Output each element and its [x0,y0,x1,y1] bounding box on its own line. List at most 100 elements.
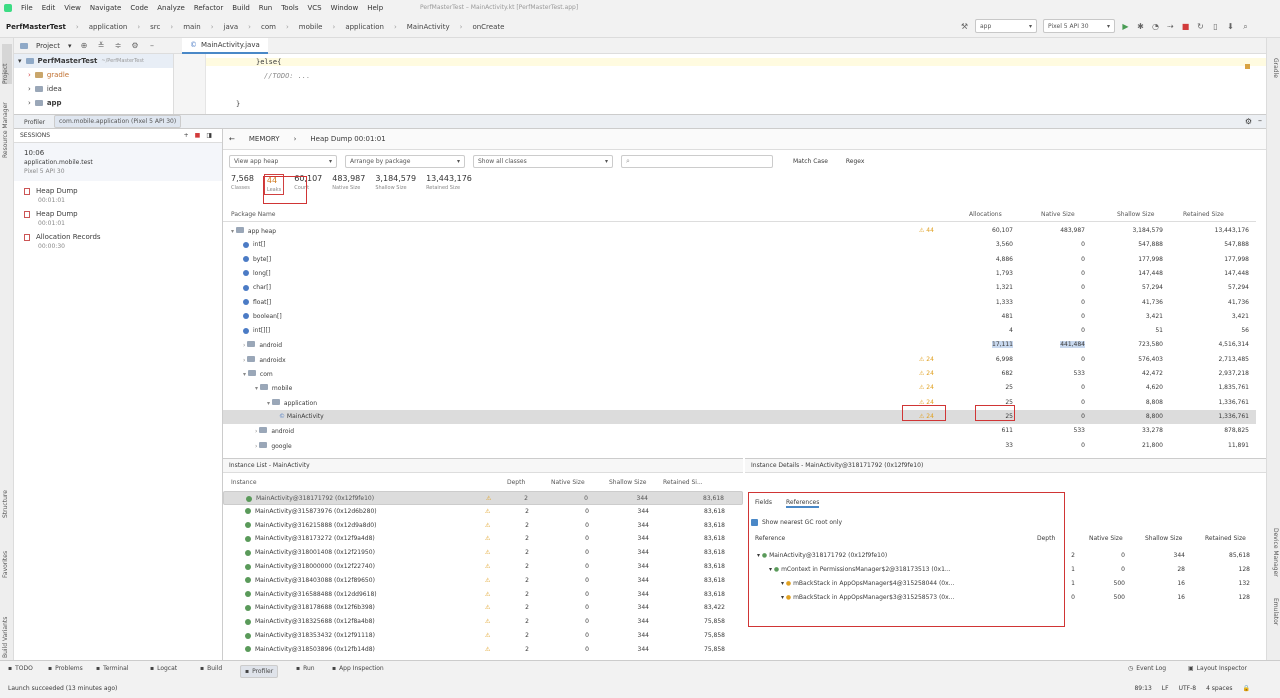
col-allocations[interactable]: Allocations [969,211,1002,218]
tab-resource-manager[interactable]: Resource Manager [2,98,12,158]
breadcrumb-item[interactable]: com [261,23,276,31]
breadcrumb-item[interactable]: src [150,23,160,31]
code-editor[interactable]: }else{ //TODO: ... } [206,54,1266,114]
col-native-size[interactable]: Native Size [1041,211,1075,218]
tool-logcat[interactable]: ▪ Logcat [150,665,177,672]
tool-terminal[interactable]: ▪ Terminal [96,665,128,672]
instance-row[interactable]: MainActivity@318325688 (0x12f8a4b8) ⚠ 2 0 34… [223,615,743,629]
breadcrumb-item[interactable]: MainActivity [407,23,450,31]
add-session-icon[interactable]: + [184,132,189,139]
tool-event-log[interactable]: ◷ Event Log [1128,665,1166,672]
table-row[interactable]: ▾ mobile ⚠ 24 25 0 4,620 1,835,761 [223,381,1256,395]
instance-row[interactable]: MainActivity@318171792 (0x12f9fe10) ⚠ 2 0 34… [223,491,743,505]
table-row[interactable]: © MainActivity ⚠ 24 25 0 8,800 1,336,761 [223,409,1256,424]
breadcrumb-item[interactable]: application [89,23,128,31]
tree-root[interactable]: ▾ PerfMasterTest ~/PerfMasterTest [14,54,173,68]
menu-item[interactable]: Run [259,4,272,12]
col-shallow-size[interactable]: Shallow Size [609,479,646,486]
instance-row[interactable]: MainActivity@316215888 (0x12d9a8d0) ⚠ 2 0 34… [223,519,743,533]
sdk-icon[interactable]: ⬇ [1226,22,1235,31]
minimize-icon[interactable]: – [1258,116,1262,125]
device-select[interactable]: Pixel 5 API 30 ▾ [1043,19,1115,33]
table-row[interactable]: › androidx ⚠ 24 6,998 0 576,403 2,713,485 [223,353,1256,367]
table-row[interactable]: › google 33 0 21,800 11,891 [223,439,1256,453]
back-button[interactable]: ← [229,135,235,143]
instance-row[interactable]: MainActivity@318178688 (0x12f6b398) ⚠ 2 0 34… [223,601,743,615]
col-retained-size[interactable]: Retained Size [1205,535,1246,542]
class-search-input[interactable]: ⌕ [621,154,773,168]
instance-row[interactable]: MainActivity@318001408 (0x12f21950) ⚠ 2 0 34… [223,546,743,560]
menu-item[interactable]: Build [232,4,250,12]
table-row[interactable]: byte[] 4,886 0 177,998 177,998 [223,253,1256,267]
menu-item[interactable]: Analyze [157,4,185,12]
avd-icon[interactable]: ▯ [1211,22,1220,31]
table-row[interactable]: boolean[] 481 0 3,421 3,421 [223,310,1256,324]
collapse-icon[interactable]: ≚ [96,41,105,50]
menu-item[interactable]: Refactor [194,4,223,12]
tree-item[interactable]: › app [14,96,173,110]
menu-item[interactable]: Tools [281,4,298,12]
col-native-size[interactable]: Native Size [551,479,585,486]
breadcrumb-item[interactable]: main [183,23,201,31]
instance-row[interactable]: MainActivity@318173272 (0x12f9a4d8) ⚠ 2 0 34… [223,532,743,546]
instance-row[interactable]: MainActivity@315873976 (0x12d6b280) ⚠ 2 0 34… [223,505,743,519]
table-row[interactable]: int[][] 4 0 51 56 [223,324,1256,338]
tab-structure[interactable]: Structure [2,478,12,518]
match-case-toggle[interactable]: Match Case [793,158,828,165]
target-icon[interactable]: ⊕ [79,41,88,50]
arrange-select[interactable]: Arrange by package ▾ [345,154,465,168]
regex-toggle[interactable]: Regex [846,158,865,165]
menu-item[interactable]: Code [130,4,148,12]
menu-item[interactable]: Window [331,4,359,12]
menu-item[interactable]: File [21,4,33,12]
class-filter-select[interactable]: Show all classes ▾ [473,154,613,168]
menu-item[interactable]: Help [367,4,383,12]
tool-app-inspection[interactable]: ▪ App Inspection [332,665,384,672]
menu-item[interactable]: View [64,4,81,12]
tab-build-variants[interactable]: Build Variants [2,598,12,658]
collapse-icon[interactable]: ◨ [206,132,212,139]
cursor-position[interactable]: 89:13 [1134,685,1151,692]
project-panel-title[interactable]: Project [36,42,60,50]
tab-favorites[interactable]: Favorites [2,538,12,578]
line-separator[interactable]: LF [1162,685,1169,692]
tool-problems[interactable]: ▪ Problems [48,665,83,672]
session-item[interactable]: 10:06 application.mobile.test Pixel 5 AP… [14,143,222,181]
expand-icon[interactable]: ≑ [113,41,122,50]
table-row[interactable]: ▾ com ⚠ 24 682 533 42,472 2,937,218 [223,367,1256,381]
breadcrumb-project[interactable]: PerfMasterTest [6,23,66,31]
chevron-down-icon[interactable]: ▾ [68,42,72,50]
breadcrumb-item[interactable]: application [345,23,384,31]
col-native-size[interactable]: Native Size [1089,535,1123,542]
table-row[interactable]: › android 17,111 441,484 723,580 4,516,314 [223,338,1256,352]
artifact-heap-dump[interactable]: Heap Dump 00:01:01 [14,181,222,204]
lock-icon[interactable]: 🔒 [1243,685,1250,692]
col-instance[interactable]: Instance [231,479,257,486]
minimize-icon[interactable]: – [147,41,156,50]
tool-layout-inspector[interactable]: ▣ Layout Inspector [1188,665,1247,672]
tree-item[interactable]: › gradle [14,68,173,82]
editor-tab[interactable]: © MainActivity.java [182,38,268,54]
artifact-heap-dump[interactable]: Heap Dump 00:01:01 [14,204,222,227]
tool-build[interactable]: ▪ Build [200,665,222,672]
col-depth[interactable]: Depth [507,479,525,486]
table-row[interactable]: ▾ application ⚠ 24 25 0 8,808 1,336,761 [223,396,1256,410]
menu-item[interactable]: Navigate [90,4,121,12]
table-row[interactable]: int[] 3,560 0 547,888 547,888 [223,238,1256,252]
file-encoding[interactable]: UTF-8 [1179,685,1197,692]
tree-item[interactable]: › idea [14,82,173,96]
gear-icon[interactable]: ⚙ [1245,117,1252,126]
breadcrumb-item[interactable]: onCreate [472,23,504,31]
tab-profiler[interactable]: Profiler [18,115,51,129]
tab-gradle[interactable]: Gradle [1269,58,1279,98]
tool-run[interactable]: ▪ Run [296,665,315,672]
instance-row[interactable]: MainActivity@316588488 (0x12dd9618) ⚠ 2 0 34… [223,588,743,602]
stop-icon[interactable]: ■ [1181,22,1190,31]
memory-label[interactable]: MEMORY [249,135,280,143]
indent-setting[interactable]: 4 spaces [1206,685,1232,692]
menu-item[interactable]: Edit [42,4,56,12]
instance-row[interactable]: MainActivity@318353432 (0x12f91118) ⚠ 2 0 34… [223,629,743,643]
table-row[interactable]: float[] 1,333 0 41,736 41,736 [223,296,1256,310]
tab-device-manager[interactable]: Device Manager [1269,528,1279,588]
breadcrumb-item[interactable]: mobile [299,23,323,31]
